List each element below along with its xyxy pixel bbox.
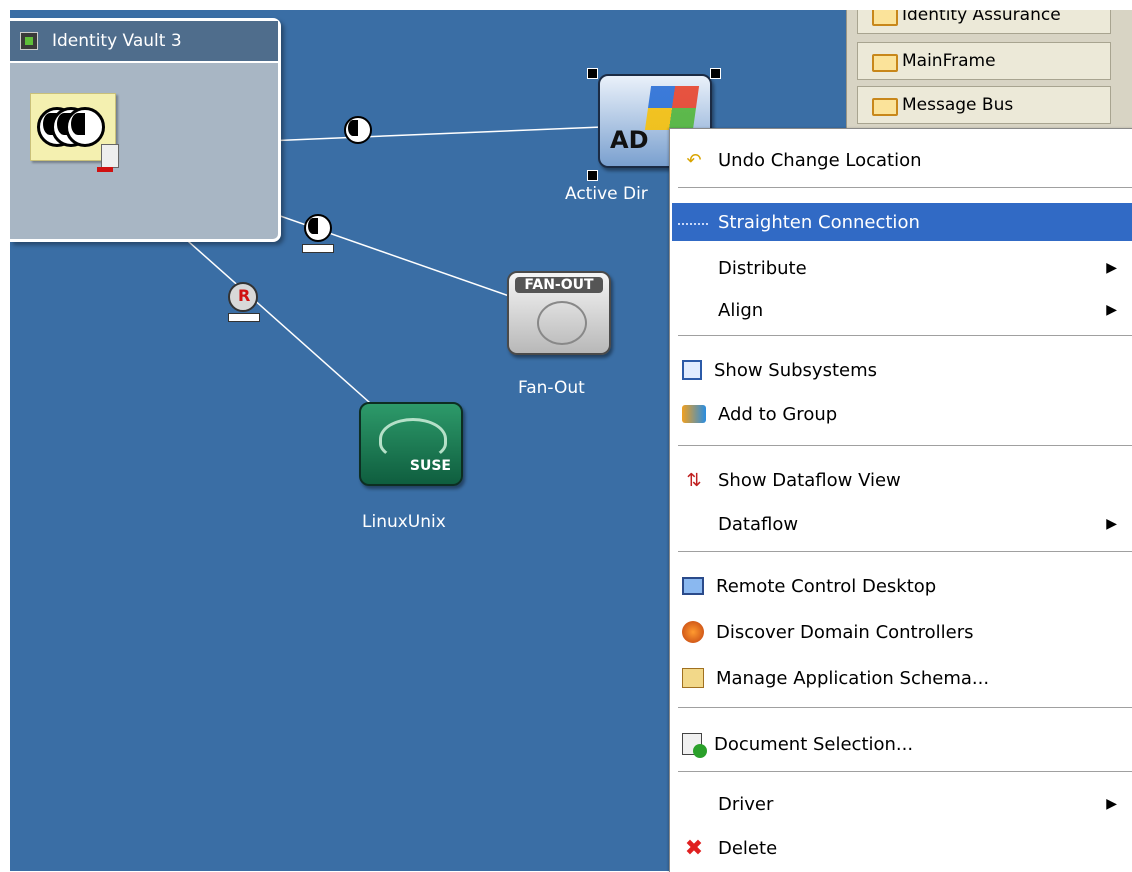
menu-item-discover-domain-controllers[interactable]: Discover Domain Controllers	[672, 613, 1132, 651]
selection-handle[interactable]	[587, 170, 598, 181]
connection-status-bar	[228, 313, 260, 322]
menu-item-remote-control-desktop[interactable]: Remote Control Desktop	[672, 567, 1132, 605]
delete-icon: ✖	[684, 835, 704, 861]
palette-item-mainframe[interactable]: MainFrame	[857, 42, 1111, 80]
submenu-arrow-icon: ▶	[1106, 260, 1117, 276]
menu-item-add-to-group[interactable]: Add to Group	[672, 395, 1132, 433]
menu-item-document-selection[interactable]: Document Selection...	[672, 725, 1132, 763]
linuxunix-label: LinuxUnix	[362, 512, 446, 532]
dataflow-icon: ⇅	[686, 469, 702, 491]
yin-yang-icon[interactable]	[344, 116, 372, 144]
menu-item-show-dataflow-view[interactable]: ⇅ Show Dataflow View	[672, 461, 1132, 499]
yin-yang-stack-icon	[65, 107, 105, 147]
selection-handle[interactable]	[710, 68, 721, 79]
menu-item-delete[interactable]: ✖ Delete	[672, 829, 1132, 867]
active-directory-label: Active Dir	[565, 184, 648, 204]
add-to-group-icon	[682, 405, 706, 423]
menu-separator	[678, 445, 1132, 447]
menu-item-dataflow[interactable]: Dataflow ▶	[672, 505, 1132, 543]
folder-icon	[872, 54, 898, 72]
menu-item-straighten-connection[interactable]: Straighten Connection	[672, 203, 1132, 241]
menu-separator	[678, 771, 1132, 773]
fan-out-node[interactable]: FAN-OUT	[507, 271, 611, 355]
driver-set-doc-icon	[101, 144, 119, 168]
menu-separator	[678, 335, 1132, 337]
yin-yang-icon[interactable]	[304, 214, 332, 242]
menu-item-distribute[interactable]: Distribute ▶	[672, 249, 1132, 287]
windows-logo-icon	[644, 86, 700, 130]
identity-vault-title: Identity Vault 3	[52, 31, 182, 51]
error-marker-icon	[97, 167, 113, 172]
linuxunix-node[interactable]: SUSE	[359, 402, 463, 486]
identity-vault-header[interactable]: Identity Vault 3	[10, 21, 278, 63]
menu-item-undo-change-location[interactable]: ↶ Undo Change Location	[672, 141, 1132, 179]
menu-item-manage-application-schema[interactable]: Manage Application Schema...	[672, 659, 1132, 697]
context-menu: ↶ Undo Change Location Straighten Connec…	[669, 128, 1132, 872]
remote-desktop-icon	[682, 577, 704, 595]
menu-separator	[678, 551, 1132, 553]
straighten-line-icon	[678, 219, 708, 225]
fan-graph-icon	[537, 301, 587, 345]
undo-icon: ↶	[686, 149, 702, 171]
remote-loader-icon[interactable]: R	[228, 282, 258, 312]
palette-item-identity-assurance[interactable]: Identity Assurance	[857, 10, 1111, 34]
suse-wordmark: SUSE	[409, 458, 451, 474]
menu-separator	[678, 707, 1132, 709]
menu-separator	[678, 187, 1132, 189]
menu-item-show-subsystems[interactable]: Show Subsystems	[672, 351, 1132, 389]
vault-icon	[20, 32, 38, 50]
submenu-arrow-icon: ▶	[1106, 796, 1117, 812]
subsystems-icon	[682, 360, 702, 380]
discover-icon	[682, 621, 704, 643]
folder-icon	[872, 10, 898, 26]
palette-item-message-bus[interactable]: Message Bus	[857, 86, 1111, 124]
document-icon	[682, 733, 707, 758]
identity-vault-node[interactable]	[30, 93, 119, 172]
menu-item-driver[interactable]: Driver ▶	[672, 785, 1132, 823]
submenu-arrow-icon: ▶	[1106, 516, 1117, 532]
menu-item-align[interactable]: Align ▶	[672, 291, 1132, 329]
fan-out-icon: FAN-OUT	[515, 277, 603, 293]
fan-out-label: Fan-Out	[518, 378, 585, 398]
selection-handle[interactable]	[587, 68, 598, 79]
schema-icon	[682, 668, 704, 688]
opensuse-icon	[379, 418, 447, 460]
identity-vault-container[interactable]: Identity Vault 3	[10, 18, 281, 242]
active-directory-icon: AD	[610, 126, 649, 154]
connection-status-bar	[302, 244, 334, 253]
folder-icon	[872, 98, 898, 116]
submenu-arrow-icon: ▶	[1106, 302, 1117, 318]
